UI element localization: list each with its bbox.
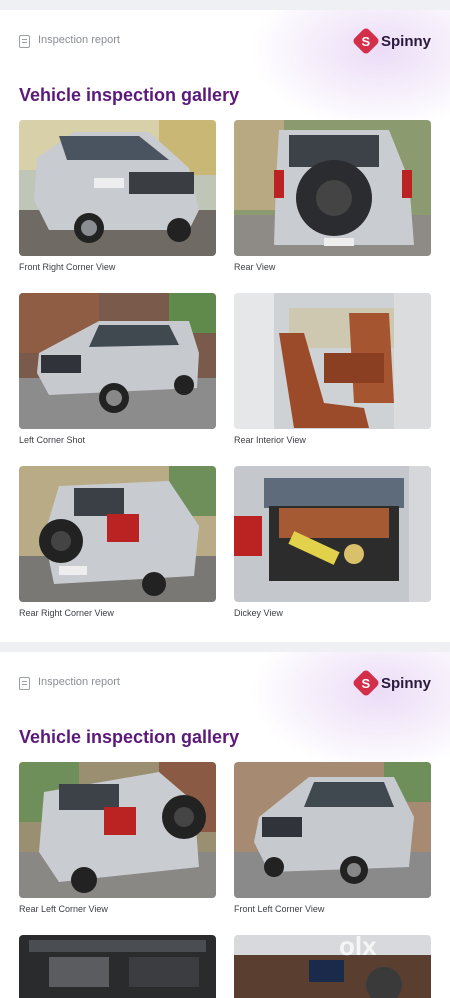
car-photo-image	[234, 120, 431, 256]
photo-caption: Front Left Corner View	[234, 904, 325, 914]
report-icon	[19, 677, 30, 690]
gallery-title: Vehicle inspection gallery	[19, 727, 240, 747]
photo-caption: Dickey View	[234, 608, 283, 618]
report-label: Inspection report	[38, 34, 120, 46]
photo-caption: Rear Right Corner View	[19, 608, 114, 618]
car-photo-image	[19, 935, 216, 998]
card-header: Inspection report S Spinny	[19, 668, 431, 704]
report-icon	[19, 35, 30, 48]
spinny-logo-text: Spinny	[380, 32, 431, 50]
photo-left-corner[interactable]	[19, 293, 216, 429]
car-photo-image	[19, 120, 216, 256]
photo-front-right-corner[interactable]	[19, 120, 216, 256]
card-header: Inspection report S Spinny	[19, 26, 431, 62]
card-separator	[0, 642, 450, 652]
photo-rear-left-corner[interactable]	[19, 762, 216, 898]
top-bar	[0, 0, 450, 10]
photo-rear-interior[interactable]	[234, 293, 431, 429]
photo-rear-right-corner[interactable]	[19, 466, 216, 602]
photo-dickey-view[interactable]	[234, 466, 431, 602]
spinny-logo-icon: S	[351, 26, 381, 56]
spinny-logo-text: Spinny	[380, 674, 431, 692]
inspection-card-1: Inspection report S Spinny Vehicle inspe…	[0, 10, 450, 642]
photo-caption: Left Corner Shot	[19, 435, 86, 445]
car-photo-image	[19, 293, 216, 429]
spinny-logo-icon: S	[351, 668, 381, 698]
photo-dashboard[interactable]: olx	[234, 935, 431, 998]
car-photo-image	[19, 762, 216, 898]
photo-caption: Rear Left Corner View	[19, 904, 108, 914]
photo-caption: Front Right Corner View	[19, 262, 116, 272]
gallery-title: Vehicle inspection gallery	[19, 85, 240, 105]
olx-watermark: olx	[339, 935, 377, 961]
car-photo-image	[234, 935, 431, 998]
car-photo-image	[234, 762, 431, 898]
report-label: Inspection report	[38, 676, 120, 688]
photo-front-left-corner[interactable]	[234, 762, 431, 898]
photo-rear-view[interactable]	[234, 120, 431, 256]
spinny-logo[interactable]: S Spinny	[351, 668, 431, 698]
photo-caption: Rear Interior View	[234, 435, 306, 445]
car-photo-image	[234, 466, 431, 602]
spinny-logo[interactable]: S Spinny	[351, 26, 431, 56]
car-photo-image	[234, 293, 431, 429]
photo-caption: Rear View	[234, 262, 276, 272]
car-photo-image	[19, 466, 216, 602]
inspection-card-2: Inspection report S Spinny Vehicle inspe…	[0, 652, 450, 998]
photo-engine-bay[interactable]	[19, 935, 216, 998]
